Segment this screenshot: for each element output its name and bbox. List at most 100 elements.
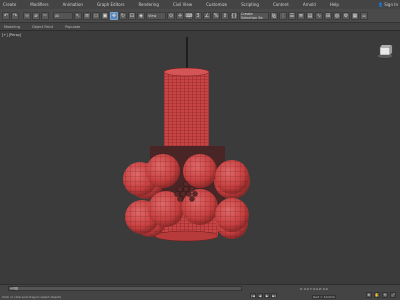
unlink-button[interactable]: ⌀ — [32, 11, 40, 20]
perspective-viewport[interactable]: [+] [Persp] — [0, 30, 400, 284]
lamp-top-cylinder — [163, 67, 210, 159]
crossing-icon: ▣ — [102, 12, 108, 19]
rotate-icon: ↻ — [120, 12, 126, 19]
cursor-icon: ↖ — [75, 12, 81, 19]
menu-modifiers[interactable]: Modifiers — [30, 2, 48, 7]
material-editor-button[interactable]: ◍ — [333, 11, 341, 20]
percent-snap-button[interactable]: % — [212, 11, 220, 20]
menu-graph-editors[interactable]: Graph Editors — [97, 2, 124, 7]
redo-button[interactable]: ↷ — [11, 11, 19, 20]
pan-button[interactable]: ✋ — [374, 292, 380, 298]
curve-icon: ∿ — [316, 12, 322, 19]
render-setup-icon: ⚙ — [343, 12, 349, 19]
magnet-icon: 3 — [196, 12, 200, 19]
spinner-snap-button[interactable]: ⇕ — [221, 11, 229, 20]
select-by-name-button[interactable]: ≡ — [83, 11, 91, 20]
window-crossing-button[interactable]: ▣ — [101, 11, 109, 20]
render-production-button[interactable]: ☕ — [360, 11, 368, 20]
rotate-button[interactable]: ↻ — [119, 11, 127, 20]
layers-icon: ≣ — [298, 12, 304, 19]
animation-controls: |◀ ◀ ▶ ▶| — [250, 293, 277, 298]
placement-icon: ◈ — [139, 12, 143, 19]
menu-create[interactable]: Create — [3, 2, 16, 7]
mirror-icon: ⧎ — [271, 12, 277, 19]
selection-filter-dropdown[interactable]: All — [53, 11, 73, 20]
main-toolbar: ↶ ↷ ∞ ⌀ ~ All ↖ ≡ ▭ ▣ ✥ ↻ ⊡ ◈ View ⊙ ✛ ⌨… — [0, 9, 400, 23]
select-object-button[interactable]: ↖ — [74, 11, 82, 20]
orbit-button[interactable]: ⟲ — [382, 292, 388, 298]
tab-modeling[interactable]: Modeling — [4, 25, 20, 29]
user-icon: 👤 — [378, 2, 384, 7]
goto-end-button[interactable]: ▶| — [271, 293, 277, 298]
placement-button[interactable]: ◈ — [137, 11, 145, 20]
menu-content[interactable]: Content — [273, 2, 289, 7]
menu-civil-view[interactable]: Civil View — [173, 2, 192, 7]
keyboard-shortcut-button[interactable]: ⌨ — [185, 11, 193, 20]
move-button[interactable]: ✥ — [110, 11, 118, 20]
ribbon-tabs: Modeling Object Paint Populate — [0, 23, 400, 30]
select-manipulate-button[interactable]: ✛ — [176, 11, 184, 20]
menu-animation[interactable]: Animation — [63, 2, 83, 7]
time-slider[interactable]: 0 / 100 — [8, 286, 242, 292]
teapot-icon: ☕ — [361, 12, 367, 19]
move-icon: ✥ — [111, 12, 117, 19]
ribbon-icon: ▤ — [307, 12, 313, 19]
toggle-ribbon-button[interactable]: ▤ — [306, 11, 314, 20]
menu-help[interactable]: Help — [330, 2, 339, 7]
angle-snap-button[interactable]: ∠ — [203, 11, 211, 20]
menu-bar: Create Modifiers Animation Graph Editors… — [0, 0, 400, 9]
rect-selection-button[interactable]: ▭ — [92, 11, 100, 20]
sign-in-label: Sign In — [384, 2, 398, 7]
goto-start-button[interactable]: |◀ — [250, 293, 256, 298]
undo-icon: ↶ — [3, 12, 9, 19]
toggle-scene-explorer-button[interactable]: ☰ — [288, 11, 296, 20]
warp-icon: ~ — [42, 12, 48, 19]
named-sel-icon: {} — [230, 12, 238, 19]
material-icon: ◍ — [334, 12, 340, 19]
prev-frame-button[interactable]: ◀ — [257, 293, 263, 298]
reference-coordinate-dropdown[interactable]: View — [146, 11, 166, 20]
undo-button[interactable]: ↶ — [2, 11, 10, 20]
link-button[interactable]: ∞ — [23, 11, 31, 20]
scale-icon: ⊡ — [129, 12, 135, 19]
sign-in-button[interactable]: 👤 Sign In — [376, 0, 398, 9]
lamp-model[interactable] — [0, 31, 400, 284]
grid-size-label: Grid = 10.0cm — [312, 295, 336, 299]
viewport-navigation: ⊕ ✋ ⟲ ⤢ — [366, 292, 396, 298]
align-button[interactable]: ⫶ — [279, 11, 287, 20]
spinner-icon: ⇕ — [222, 12, 228, 19]
bind-space-warp-button[interactable]: ~ — [41, 11, 49, 20]
curve-editor-button[interactable]: ∿ — [315, 11, 323, 20]
prompt-line: Click or click-and-drag to select object… — [2, 295, 62, 299]
tab-object-paint[interactable]: Object Paint — [32, 25, 53, 29]
menu-rendering[interactable]: Rendering — [138, 2, 158, 7]
coordinate-readout: X: 0.0 Y: 0.0 Z: 0.0 — [300, 287, 328, 291]
mirror-button[interactable]: ⧎ — [270, 11, 278, 20]
pivot-icon: ⊙ — [168, 12, 174, 19]
render-setup-button[interactable]: ⚙ — [342, 11, 350, 20]
time-slider-handle[interactable]: 0 / 100 — [10, 286, 18, 292]
named-selection-set-dropdown[interactable]: Create Selection Se — [239, 11, 269, 20]
schematic-view-button[interactable]: ⊞ — [324, 11, 332, 20]
schematic-icon: ⊞ — [325, 12, 331, 19]
play-button[interactable]: ▶ — [264, 293, 270, 298]
list-icon: ≡ — [84, 12, 90, 19]
menu-arnold[interactable]: Arnold — [303, 2, 316, 7]
angle-icon: ∠ — [204, 12, 210, 19]
layer-explorer-button[interactable]: ≣ — [297, 11, 305, 20]
menu-scripting[interactable]: Scripting — [241, 2, 259, 7]
tab-populate[interactable]: Populate — [65, 25, 80, 29]
status-bar: 0 / 100 X: 0.0 Y: 0.0 Z: 0.0 Click or cl… — [0, 284, 400, 300]
edit-named-selection-button[interactable]: {} — [230, 11, 238, 20]
pivot-button[interactable]: ⊙ — [167, 11, 175, 20]
align-icon: ⫶ — [282, 12, 284, 19]
redo-icon: ↷ — [12, 12, 18, 19]
snaps-toggle-button[interactable]: 3 — [194, 11, 202, 20]
link-icon: ∞ — [24, 12, 30, 19]
scale-button[interactable]: ⊡ — [128, 11, 136, 20]
menu-customize[interactable]: Customize — [206, 2, 227, 7]
manipulate-icon: ✛ — [177, 12, 183, 19]
maximize-viewport-button[interactable]: ⤢ — [390, 292, 396, 298]
rendered-frame-button[interactable]: ▦ — [351, 11, 359, 20]
zoom-button[interactable]: ⊕ — [366, 292, 372, 298]
